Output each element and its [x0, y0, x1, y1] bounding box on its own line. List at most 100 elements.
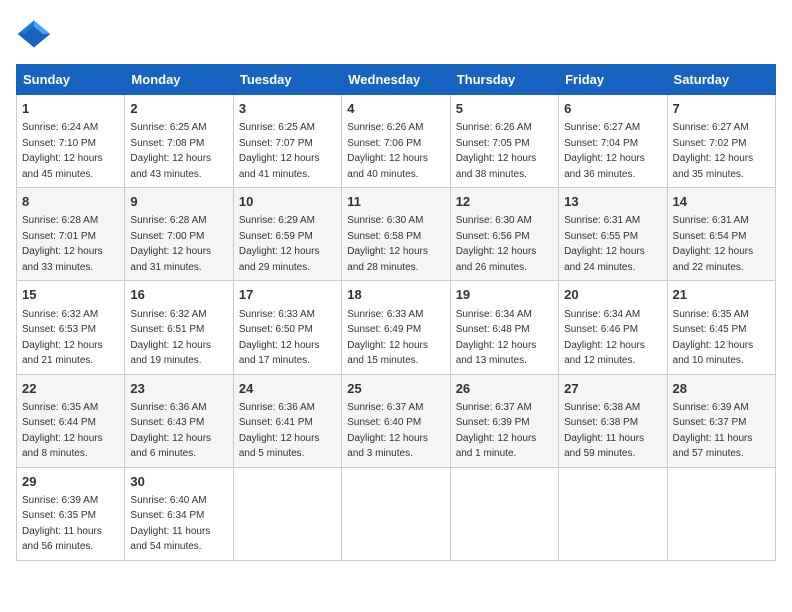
day-info: Sunrise: 6:33 AMSunset: 6:49 PMDaylight:… [347, 309, 428, 367]
calendar-day-1: 1 Sunrise: 6:24 AMSunset: 7:10 PMDayligh… [17, 95, 125, 188]
day-number: 16 [130, 286, 227, 304]
empty-cell [667, 467, 775, 560]
day-info: Sunrise: 6:34 AMSunset: 6:48 PMDaylight:… [456, 309, 537, 367]
calendar-day-21: 21 Sunrise: 6:35 AMSunset: 6:45 PMDaylig… [667, 281, 775, 374]
day-number: 24 [239, 380, 336, 398]
day-number: 19 [456, 286, 553, 304]
weekday-header-wednesday: Wednesday [342, 65, 450, 95]
day-number: 2 [130, 100, 227, 118]
weekday-header-tuesday: Tuesday [233, 65, 341, 95]
calendar-day-12: 12 Sunrise: 6:30 AMSunset: 6:56 PMDaylig… [450, 188, 558, 281]
calendar-day-30: 30 Sunrise: 6:40 AMSunset: 6:34 PMDaylig… [125, 467, 233, 560]
calendar-day-11: 11 Sunrise: 6:30 AMSunset: 6:58 PMDaylig… [342, 188, 450, 281]
day-info: Sunrise: 6:31 AMSunset: 6:55 PMDaylight:… [564, 215, 645, 273]
weekday-header-thursday: Thursday [450, 65, 558, 95]
empty-cell [342, 467, 450, 560]
calendar-day-14: 14 Sunrise: 6:31 AMSunset: 6:54 PMDaylig… [667, 188, 775, 281]
day-info: Sunrise: 6:30 AMSunset: 6:56 PMDaylight:… [456, 215, 537, 273]
day-number: 28 [673, 380, 770, 398]
calendar-day-25: 25 Sunrise: 6:37 AMSunset: 6:40 PMDaylig… [342, 374, 450, 467]
day-number: 8 [22, 193, 119, 211]
day-info: Sunrise: 6:36 AMSunset: 6:41 PMDaylight:… [239, 402, 320, 460]
calendar-day-18: 18 Sunrise: 6:33 AMSunset: 6:49 PMDaylig… [342, 281, 450, 374]
day-number: 15 [22, 286, 119, 304]
day-info: Sunrise: 6:31 AMSunset: 6:54 PMDaylight:… [673, 215, 754, 273]
day-info: Sunrise: 6:39 AMSunset: 6:35 PMDaylight:… [22, 495, 102, 553]
calendar-day-4: 4 Sunrise: 6:26 AMSunset: 7:06 PMDayligh… [342, 95, 450, 188]
page-header [16, 16, 776, 52]
calendar-day-10: 10 Sunrise: 6:29 AMSunset: 6:59 PMDaylig… [233, 188, 341, 281]
day-info: Sunrise: 6:26 AMSunset: 7:06 PMDaylight:… [347, 122, 428, 180]
day-info: Sunrise: 6:30 AMSunset: 6:58 PMDaylight:… [347, 215, 428, 273]
day-number: 18 [347, 286, 444, 304]
day-number: 27 [564, 380, 661, 398]
day-info: Sunrise: 6:25 AMSunset: 7:07 PMDaylight:… [239, 122, 320, 180]
day-number: 12 [456, 193, 553, 211]
calendar-day-28: 28 Sunrise: 6:39 AMSunset: 6:37 PMDaylig… [667, 374, 775, 467]
day-info: Sunrise: 6:38 AMSunset: 6:38 PMDaylight:… [564, 402, 644, 460]
day-info: Sunrise: 6:35 AMSunset: 6:45 PMDaylight:… [673, 309, 754, 367]
day-info: Sunrise: 6:24 AMSunset: 7:10 PMDaylight:… [22, 122, 103, 180]
day-info: Sunrise: 6:37 AMSunset: 6:40 PMDaylight:… [347, 402, 428, 460]
day-info: Sunrise: 6:36 AMSunset: 6:43 PMDaylight:… [130, 402, 211, 460]
day-info: Sunrise: 6:34 AMSunset: 6:46 PMDaylight:… [564, 309, 645, 367]
calendar-day-7: 7 Sunrise: 6:27 AMSunset: 7:02 PMDayligh… [667, 95, 775, 188]
day-number: 9 [130, 193, 227, 211]
calendar-day-22: 22 Sunrise: 6:35 AMSunset: 6:44 PMDaylig… [17, 374, 125, 467]
calendar-day-2: 2 Sunrise: 6:25 AMSunset: 7:08 PMDayligh… [125, 95, 233, 188]
day-number: 17 [239, 286, 336, 304]
empty-cell [233, 467, 341, 560]
day-number: 3 [239, 100, 336, 118]
empty-cell [450, 467, 558, 560]
logo-icon [16, 16, 52, 52]
day-number: 14 [673, 193, 770, 211]
weekday-header-sunday: Sunday [17, 65, 125, 95]
day-number: 29 [22, 473, 119, 491]
day-info: Sunrise: 6:26 AMSunset: 7:05 PMDaylight:… [456, 122, 537, 180]
empty-cell [559, 467, 667, 560]
day-info: Sunrise: 6:35 AMSunset: 6:44 PMDaylight:… [22, 402, 103, 460]
day-number: 13 [564, 193, 661, 211]
day-number: 23 [130, 380, 227, 398]
day-info: Sunrise: 6:32 AMSunset: 6:53 PMDaylight:… [22, 309, 103, 367]
calendar-day-16: 16 Sunrise: 6:32 AMSunset: 6:51 PMDaylig… [125, 281, 233, 374]
day-number: 10 [239, 193, 336, 211]
day-info: Sunrise: 6:33 AMSunset: 6:50 PMDaylight:… [239, 309, 320, 367]
calendar-day-20: 20 Sunrise: 6:34 AMSunset: 6:46 PMDaylig… [559, 281, 667, 374]
calendar-day-6: 6 Sunrise: 6:27 AMSunset: 7:04 PMDayligh… [559, 95, 667, 188]
day-number: 6 [564, 100, 661, 118]
day-info: Sunrise: 6:29 AMSunset: 6:59 PMDaylight:… [239, 215, 320, 273]
calendar-day-19: 19 Sunrise: 6:34 AMSunset: 6:48 PMDaylig… [450, 281, 558, 374]
day-number: 11 [347, 193, 444, 211]
day-info: Sunrise: 6:40 AMSunset: 6:34 PMDaylight:… [130, 495, 210, 553]
day-number: 7 [673, 100, 770, 118]
calendar-day-23: 23 Sunrise: 6:36 AMSunset: 6:43 PMDaylig… [125, 374, 233, 467]
calendar-day-8: 8 Sunrise: 6:28 AMSunset: 7:01 PMDayligh… [17, 188, 125, 281]
calendar-day-3: 3 Sunrise: 6:25 AMSunset: 7:07 PMDayligh… [233, 95, 341, 188]
logo [16, 16, 56, 52]
day-number: 26 [456, 380, 553, 398]
day-number: 5 [456, 100, 553, 118]
day-info: Sunrise: 6:32 AMSunset: 6:51 PMDaylight:… [130, 309, 211, 367]
weekday-header-saturday: Saturday [667, 65, 775, 95]
calendar-table: SundayMondayTuesdayWednesdayThursdayFrid… [16, 64, 776, 561]
day-number: 30 [130, 473, 227, 491]
calendar-day-9: 9 Sunrise: 6:28 AMSunset: 7:00 PMDayligh… [125, 188, 233, 281]
day-info: Sunrise: 6:28 AMSunset: 7:01 PMDaylight:… [22, 215, 103, 273]
day-number: 4 [347, 100, 444, 118]
day-info: Sunrise: 6:27 AMSunset: 7:04 PMDaylight:… [564, 122, 645, 180]
day-info: Sunrise: 6:25 AMSunset: 7:08 PMDaylight:… [130, 122, 211, 180]
day-number: 1 [22, 100, 119, 118]
weekday-header-friday: Friday [559, 65, 667, 95]
day-info: Sunrise: 6:39 AMSunset: 6:37 PMDaylight:… [673, 402, 753, 460]
day-info: Sunrise: 6:27 AMSunset: 7:02 PMDaylight:… [673, 122, 754, 180]
calendar-day-13: 13 Sunrise: 6:31 AMSunset: 6:55 PMDaylig… [559, 188, 667, 281]
day-number: 21 [673, 286, 770, 304]
calendar-day-26: 26 Sunrise: 6:37 AMSunset: 6:39 PMDaylig… [450, 374, 558, 467]
day-number: 22 [22, 380, 119, 398]
day-info: Sunrise: 6:37 AMSunset: 6:39 PMDaylight:… [456, 402, 537, 460]
calendar-day-5: 5 Sunrise: 6:26 AMSunset: 7:05 PMDayligh… [450, 95, 558, 188]
day-number: 20 [564, 286, 661, 304]
calendar-day-29: 29 Sunrise: 6:39 AMSunset: 6:35 PMDaylig… [17, 467, 125, 560]
calendar-day-15: 15 Sunrise: 6:32 AMSunset: 6:53 PMDaylig… [17, 281, 125, 374]
